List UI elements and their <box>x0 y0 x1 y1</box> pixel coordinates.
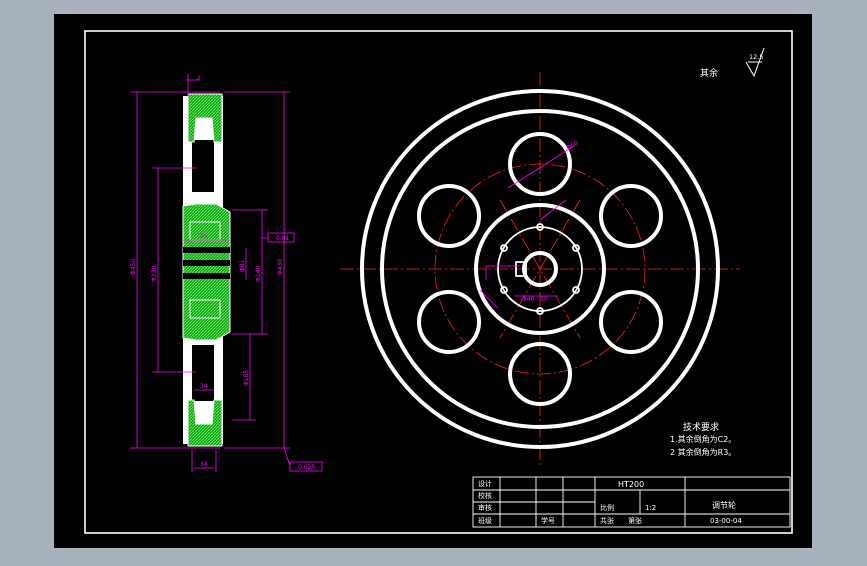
drawing-canvas: 2 Φ450 Φ230 Φ430 Φ140 Φ81 Φ185 25 34 34 … <box>54 14 812 548</box>
keyway-width: 10 <box>540 296 548 303</box>
keyway-callout: Φ46 <box>522 296 535 303</box>
tech-line-1: 1.其余倒角为C2。 <box>670 434 736 444</box>
dim-phi-outer: Φ450 <box>130 259 137 275</box>
dim-phi-hole: Φ185 <box>243 370 250 386</box>
tech-title: 技术要求 <box>683 421 719 433</box>
scale-value: 1:2 <box>645 504 656 512</box>
dim-phi-hub: Φ140 <box>255 266 262 282</box>
bore-line-3 <box>183 273 230 279</box>
scale-label: 比例 <box>600 503 614 512</box>
tech-line-2: 2 其余倒角为R3。 <box>670 447 736 457</box>
dim-top: 2 <box>197 75 201 82</box>
cad-viewport: 2 Φ450 Φ230 Φ430 Φ140 Φ81 Φ185 25 34 34 … <box>0 0 867 562</box>
row-label-check: 校核 <box>478 491 492 500</box>
dim-rim-width-1: 34 <box>200 383 208 390</box>
row-label-review: 审核 <box>478 503 492 512</box>
sheet-number: 第张 <box>628 516 642 525</box>
tolerance-1: 0.01 <box>276 235 290 242</box>
drawing-number: 03-00-04 <box>710 517 742 525</box>
row-label-class: 班级 <box>478 516 492 525</box>
web-hole-top <box>192 140 214 192</box>
sheet-count: 共张 <box>600 516 614 525</box>
part-name: 调节轮 <box>712 500 736 510</box>
dim-phi-circle: Φ230 <box>151 266 158 282</box>
dim-phi-bore: Φ81 <box>239 259 246 272</box>
student-no-label: 学号 <box>541 516 555 525</box>
row-label-design: 设计 <box>478 479 492 488</box>
bore-line-1 <box>183 247 230 253</box>
dim-rim-width-2: 34 <box>200 461 208 468</box>
web-hole-bottom <box>192 345 214 401</box>
roughness-value: 12.5 <box>749 53 763 61</box>
dim-phi-rim: Φ430 <box>277 259 284 275</box>
bore-line-2 <box>183 260 230 266</box>
dim-hub-width: 25 <box>200 233 208 240</box>
material: HT200 <box>618 480 644 489</box>
roughness-label: 其余 <box>700 67 718 79</box>
tolerance-2: 0.025 <box>298 464 315 471</box>
